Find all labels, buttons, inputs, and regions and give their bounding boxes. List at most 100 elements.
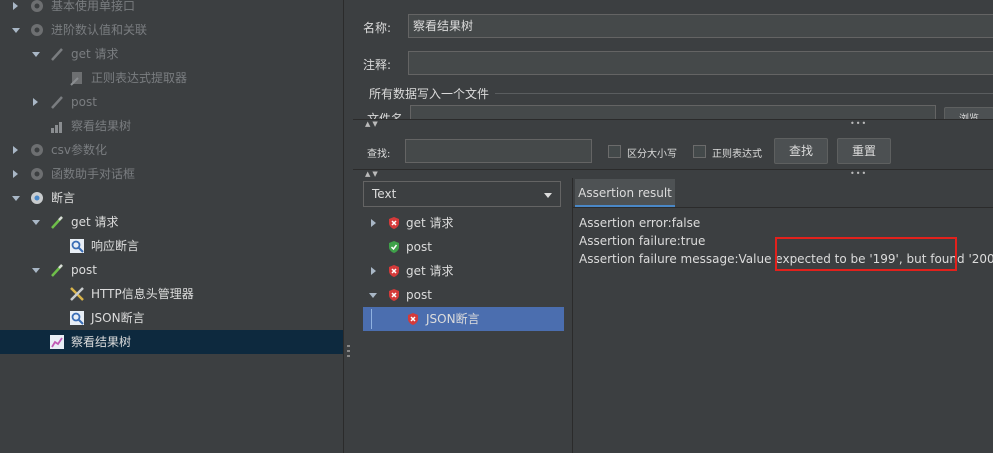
tree-item-label: 基本使用单接口 — [51, 0, 136, 13]
collapse-icon[interactable] — [12, 196, 20, 201]
tree-item-function-helper[interactable]: 函数助手对话框 — [0, 162, 343, 186]
collapse-arrows-icon[interactable]: ▲▼ — [365, 170, 380, 179]
reset-button[interactable]: 重置 — [837, 138, 891, 164]
result-item[interactable]: get 请求 — [363, 211, 564, 235]
comment-field[interactable] — [408, 51, 993, 75]
expand-icon[interactable] — [33, 98, 38, 106]
gear-icon — [31, 192, 43, 204]
tree-item-assertion[interactable]: 断言 — [0, 186, 343, 210]
tree-item-label: 察看结果树 — [71, 335, 132, 349]
expand-icon[interactable] — [13, 2, 18, 10]
gear-icon — [31, 144, 43, 156]
pipette-icon — [51, 48, 63, 61]
tree-item-post[interactable]: post — [0, 90, 343, 114]
result-item-label: post — [406, 288, 432, 302]
tree-item-label: post — [71, 95, 97, 109]
gear-icon — [31, 0, 43, 12]
regex-label: 正则表达式 — [712, 149, 762, 160]
collapse-icon[interactable] — [32, 52, 40, 57]
tree-item-view-results[interactable]: 察看结果树 — [0, 114, 343, 138]
chart-icon — [50, 335, 64, 349]
magnifier-icon — [70, 311, 84, 325]
gear-icon — [31, 168, 43, 180]
result-item[interactable]: post — [363, 235, 564, 259]
assertion-error-line: Assertion error:false — [579, 216, 701, 230]
search-label: 查找: — [367, 149, 391, 160]
drag-dots-icon[interactable]: ••• — [850, 120, 867, 128]
fail-shield-icon — [408, 313, 418, 325]
expand-icon[interactable] — [371, 219, 376, 227]
tree-item-advanced[interactable]: 进阶数认值和关联 — [0, 18, 343, 42]
expand-icon[interactable] — [371, 267, 376, 275]
tree-item-response-assertion[interactable]: 响应断言 — [0, 234, 343, 258]
regex-checkbox[interactable] — [693, 145, 706, 158]
tree-item-get-request[interactable]: get 请求 — [0, 42, 343, 66]
chevron-down-icon — [544, 193, 552, 198]
file-label: 文件名 — [367, 112, 404, 119]
pipette-icon — [51, 264, 63, 277]
section-divider — [495, 93, 993, 94]
fail-shield-icon — [389, 217, 399, 229]
results-splitter[interactable] — [572, 178, 573, 453]
name-field[interactable]: 察看结果树 — [408, 14, 993, 38]
file-row: 文件名 浏览 — [353, 105, 993, 119]
find-button[interactable]: 查找 — [774, 138, 828, 164]
tree-item-regex-extractor[interactable]: 正则表达式提取器 — [0, 66, 343, 90]
tree-item-label: 进阶数认值和关联 — [51, 23, 148, 37]
test-plan-tree: 基本使用单接口 进阶数认值和关联 get 请求 正则表达式提取器 post 察看… — [0, 0, 343, 453]
result-item-label: get 请求 — [406, 216, 454, 230]
result-item-label: get 请求 — [406, 264, 454, 278]
browse-button[interactable]: 浏览 — [944, 107, 993, 119]
pass-shield-icon — [389, 241, 399, 253]
file-field[interactable] — [410, 105, 936, 119]
search-input[interactable] — [405, 139, 592, 163]
highlight-annotation-box — [775, 237, 957, 271]
splitter-grip[interactable] — [347, 345, 350, 359]
tree-item-label: 正则表达式提取器 — [91, 71, 188, 85]
tree-item-http-header-manager[interactable]: HTTP信息头管理器 — [0, 282, 343, 306]
magnifier-icon — [70, 239, 84, 253]
tree-item-csv[interactable]: csv参数化 — [0, 138, 343, 162]
section-title: 所有数据写入一个文件 — [369, 87, 490, 101]
tree-item-view-results-2[interactable]: 察看结果树 — [0, 330, 343, 354]
extractor-icon — [70, 72, 82, 86]
result-item[interactable]: post — [363, 283, 564, 307]
pipette-icon — [51, 216, 63, 229]
fail-shield-icon — [389, 265, 399, 277]
tree-item-basic[interactable]: 基本使用单接口 — [0, 0, 343, 18]
tree-item-label: get 请求 — [71, 47, 119, 61]
tree-item-label: 断言 — [51, 191, 76, 205]
name-label: 名称: — [363, 21, 392, 35]
collapse-icon[interactable] — [12, 28, 20, 33]
case-sensitive-label: 区分大小写 — [627, 149, 677, 160]
result-item[interactable]: get 请求 — [363, 259, 564, 283]
tree-item-label: JSON断言 — [91, 311, 145, 325]
renderer-select[interactable]: Text — [363, 181, 561, 207]
expand-icon[interactable] — [13, 146, 18, 154]
case-sensitive-checkbox[interactable] — [608, 145, 621, 158]
collapse-icon[interactable] — [32, 268, 40, 273]
tree-guide-line — [371, 309, 372, 329]
result-item-selected[interactable]: JSON断言 — [363, 307, 564, 331]
tree-item-json-assertion[interactable]: JSON断言 — [0, 306, 343, 330]
result-item-label: JSON断言 — [426, 312, 480, 326]
tab-underline — [573, 207, 993, 208]
comment-label: 注释: — [363, 58, 392, 72]
collapse-icon[interactable] — [32, 220, 40, 225]
tree-item-label: 察看结果树 — [71, 119, 132, 133]
collapse-bar[interactable]: ▲▼ ••• — [353, 119, 993, 130]
collapse-arrows-icon[interactable]: ▲▼ — [365, 120, 380, 129]
drag-dots-icon[interactable]: ••• — [850, 170, 867, 178]
tab-assertion-result[interactable]: Assertion result — [575, 179, 675, 207]
tree-item-post-2[interactable]: post — [0, 258, 343, 282]
expand-icon[interactable] — [13, 170, 18, 178]
tree-item-label: get 请求 — [71, 215, 119, 229]
gear-icon — [31, 24, 43, 36]
result-item-label: post — [406, 240, 432, 254]
tree-item-get-request-2[interactable]: get 请求 — [0, 210, 343, 234]
tree-item-label: csv参数化 — [51, 143, 107, 157]
tree-item-label: HTTP信息头管理器 — [91, 287, 194, 301]
tree-item-label: 响应断言 — [91, 239, 140, 253]
collapse-icon[interactable] — [369, 293, 377, 298]
view-results-tree-panel: 名称: 察看结果树 注释: 所有数据写入一个文件 文件名 浏览 ▲▼ ••• 查… — [353, 0, 993, 453]
